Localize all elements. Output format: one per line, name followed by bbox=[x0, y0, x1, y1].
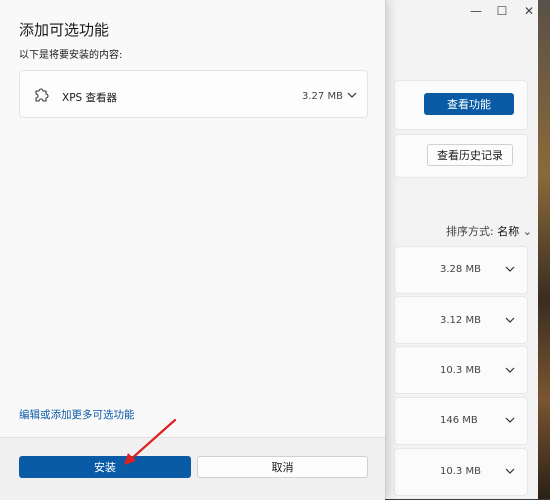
view-history-button[interactable]: 查看历史记录 bbox=[427, 144, 513, 166]
chevron-down-icon: ⌄ bbox=[522, 225, 532, 238]
feature-size: 10.3 MB bbox=[440, 466, 481, 477]
chevron-down-icon[interactable] bbox=[503, 464, 517, 478]
feature-size: 3.28 MB bbox=[440, 264, 481, 275]
add-optional-features-dialog: 添加可选功能 以下是将要安装的内容: XPS 查看器 3.27 MB 编辑或添加… bbox=[0, 0, 386, 500]
feature-item-xps-viewer[interactable]: XPS 查看器 3.27 MB bbox=[19, 70, 368, 118]
cancel-button[interactable]: 取消 bbox=[197, 456, 368, 478]
maximize-button[interactable]: ☐ bbox=[488, 4, 516, 18]
chevron-down-icon[interactable] bbox=[345, 88, 359, 102]
puzzle-piece-icon bbox=[35, 88, 49, 102]
chevron-down-icon[interactable] bbox=[503, 413, 517, 427]
desktop-wallpaper-edge bbox=[538, 0, 550, 499]
minimize-button[interactable]: — bbox=[462, 4, 490, 18]
chevron-down-icon[interactable] bbox=[503, 363, 517, 377]
chevron-down-icon[interactable] bbox=[503, 262, 517, 276]
feature-item-size: 3.27 MB bbox=[302, 91, 343, 102]
sort-value: 名称 bbox=[497, 225, 520, 238]
feature-item-name: XPS 查看器 bbox=[62, 92, 118, 104]
sort-control[interactable]: 排序方式: 名称 ⌄ bbox=[446, 223, 532, 239]
feature-size: 3.12 MB bbox=[440, 315, 481, 326]
feature-size: 146 MB bbox=[440, 415, 478, 426]
dialog-title: 添加可选功能 bbox=[19, 21, 110, 39]
dialog-footer: 安装 取消 bbox=[0, 437, 385, 500]
view-features-button[interactable]: 查看功能 bbox=[424, 93, 514, 115]
dialog-subtitle: 以下是将要安装的内容: bbox=[19, 50, 123, 61]
chevron-down-icon[interactable] bbox=[503, 313, 517, 327]
sort-label: 排序方式: bbox=[446, 225, 494, 238]
annotation-arrow-icon bbox=[124, 418, 177, 465]
feature-size: 10.3 MB bbox=[440, 365, 481, 376]
